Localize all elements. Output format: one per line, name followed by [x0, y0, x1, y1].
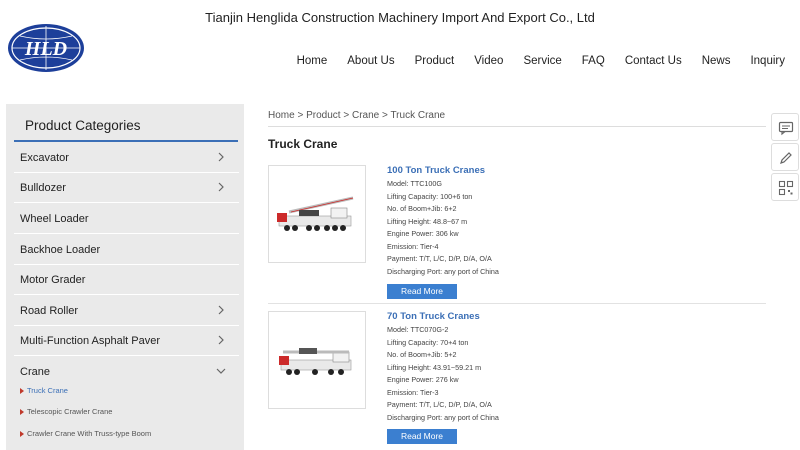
nav-faq[interactable]: FAQ — [582, 55, 605, 67]
bullet-icon — [20, 409, 24, 416]
read-more-button[interactable]: Read More — [387, 429, 457, 444]
sidebar-title: Product Categories — [25, 118, 141, 133]
product-spec: Engine Power: 276 kw — [387, 375, 459, 384]
svg-text:HLD: HLD — [24, 38, 67, 60]
nav-about-us[interactable]: About Us — [347, 55, 394, 67]
category-label: Motor Grader — [20, 274, 86, 286]
breadcrumb-separator: > — [297, 110, 307, 121]
product-spec: Payment: T/T, L/C, D/P, D/A, O/A — [387, 254, 492, 263]
category-road-roller[interactable]: Road Roller — [14, 296, 239, 326]
read-more-button[interactable]: Read More — [387, 284, 457, 299]
product-card: 70 Ton Truck Cranes Model: TTC070G-2 Lif… — [268, 311, 766, 450]
product-name[interactable]: 70 Ton Truck Cranes — [387, 311, 480, 322]
product-image[interactable] — [268, 311, 366, 409]
product-spec: Payment: T/T, L/C, D/P, D/A, O/A — [387, 400, 492, 409]
chevron-right-icon[interactable] — [215, 334, 227, 346]
chevron-right-icon[interactable] — [215, 181, 227, 193]
subcategory-label: Crawler Crane With Truss-type Boom — [27, 429, 152, 438]
category-crane[interactable]: Crane — [14, 357, 239, 387]
sidebar-header: Product Categories — [6, 104, 244, 142]
product-spec: No. of Boom+Jib: 6+2 — [387, 204, 457, 213]
category-label: Bulldozer — [20, 182, 66, 194]
breadcrumb-separator: > — [343, 110, 352, 121]
product-spec: Emission: Tier-3 — [387, 387, 439, 397]
chevron-down-icon[interactable] — [215, 365, 227, 377]
subcategory-label: Telescopic Crawler Crane — [27, 407, 113, 416]
subcategory-label: Truck Crane — [27, 386, 68, 395]
product-image[interactable] — [268, 165, 366, 263]
qr-code-tool-button[interactable] — [771, 173, 799, 201]
company-name: Tianjin Henglida Construction Machinery … — [205, 10, 595, 25]
chevron-right-icon[interactable] — [215, 151, 227, 163]
breadcrumb-crane[interactable]: Crane — [352, 110, 379, 121]
subcategory-truck-crane[interactable]: Truck Crane — [20, 386, 68, 395]
category-label: Multi-Function Asphalt Paver — [20, 335, 161, 347]
breadcrumb-home[interactable]: Home — [268, 110, 295, 121]
bullet-icon — [20, 388, 24, 395]
page-title: Truck Crane — [268, 137, 338, 151]
category-backhoe-loader[interactable]: Backhoe Loader — [14, 235, 239, 265]
category-label: Excavator — [20, 152, 69, 164]
subcategory-telescopic-crawler-crane[interactable]: Telescopic Crawler Crane — [20, 407, 112, 416]
category-excavator[interactable]: Excavator — [14, 143, 239, 173]
product-spec: Discharging Port: any port of China — [387, 266, 499, 276]
product-spec: Engine Power: 306 kw — [387, 229, 459, 238]
product-categories-sidebar: Product Categories Excavator Bulldozer W… — [6, 104, 244, 450]
product-spec: Lifting Height: 48.8~67 m — [387, 216, 468, 226]
product-spec: Model: TTC070G-2 — [387, 325, 449, 334]
company-logo[interactable]: HLD — [6, 22, 86, 74]
header: HLD Tianjin Henglida Construction Machin… — [0, 0, 800, 95]
nav-inquiry[interactable]: Inquiry — [750, 55, 785, 67]
product-name[interactable]: 100 Ton Truck Cranes — [387, 165, 485, 176]
breadcrumb-product[interactable]: Product — [306, 110, 340, 121]
category-multi-function-asphalt-paver[interactable]: Multi-Function Asphalt Paver — [14, 326, 239, 356]
nav-product[interactable]: Product — [415, 55, 455, 67]
product-spec: Discharging Port: any port of China — [387, 412, 499, 422]
edit-icon — [780, 152, 792, 164]
product-spec: Lifting Capacity: 70+4 ton — [387, 337, 469, 347]
category-motor-grader[interactable]: Motor Grader — [14, 265, 239, 295]
nav-video[interactable]: Video — [474, 55, 503, 67]
category-label: Crane — [20, 366, 50, 378]
nav-contact-us[interactable]: Contact Us — [625, 55, 682, 67]
edit-tool-button[interactable] — [771, 143, 799, 171]
breadcrumb: Home > Product > Crane > Truck Crane — [268, 110, 445, 121]
chat-tool-button[interactable] — [771, 113, 799, 141]
breadcrumb-truck-crane[interactable]: Truck Crane — [390, 110, 445, 121]
subcategory-crawler-crane-truss-boom[interactable]: Crawler Crane With Truss-type Boom — [20, 429, 151, 438]
product-spec: Lifting Capacity: 100+6 ton — [387, 191, 473, 201]
category-label: Road Roller — [20, 305, 79, 317]
main-nav: Home About Us Product Video Service FAQ … — [277, 55, 785, 67]
product-card: 100 Ton Truck Cranes Model: TTC100G Lift… — [268, 165, 766, 300]
breadcrumb-divider — [268, 126, 766, 127]
nav-home[interactable]: Home — [297, 55, 328, 67]
sidebar-title-underline — [14, 140, 238, 142]
nav-service[interactable]: Service — [523, 55, 561, 67]
category-label: Wheel Loader — [20, 213, 89, 225]
product-divider — [268, 303, 766, 304]
bullet-icon — [20, 431, 24, 438]
category-wheel-loader[interactable]: Wheel Loader — [14, 204, 239, 234]
category-bulldozer[interactable]: Bulldozer — [14, 173, 239, 203]
product-spec: Model: TTC100G — [387, 179, 442, 188]
chat-icon — [778, 121, 794, 136]
product-spec: Lifting Height: 43.91~59.21 m — [387, 362, 482, 372]
qr-code-icon — [778, 180, 794, 196]
chevron-right-icon[interactable] — [215, 304, 227, 316]
nav-news[interactable]: News — [702, 55, 731, 67]
product-spec: Emission: Tier-4 — [387, 241, 439, 251]
category-label: Backhoe Loader — [20, 244, 101, 256]
product-spec: No. of Boom+Jib: 5+2 — [387, 350, 457, 359]
